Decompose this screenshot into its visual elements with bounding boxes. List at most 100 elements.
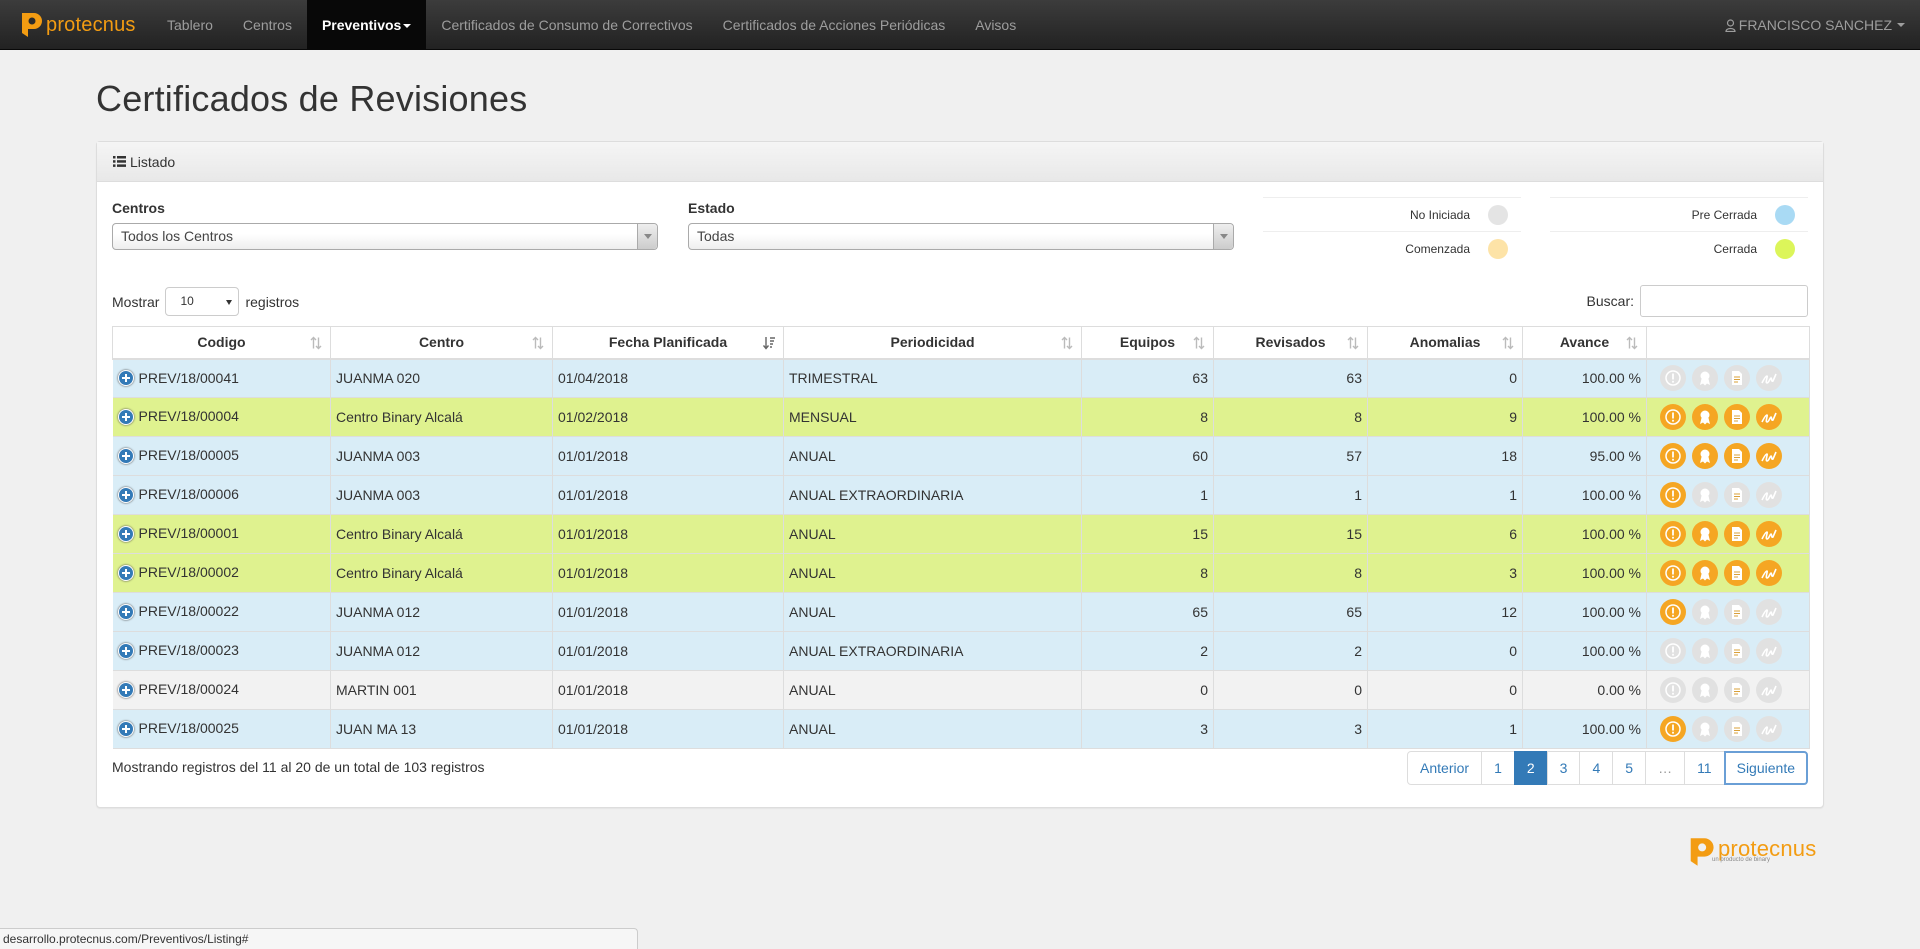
listing-panel: Listado Centros Todos los Centros Estado… [96, 141, 1824, 808]
anomalias-button[interactable] [1660, 716, 1686, 742]
expand-row-icon[interactable] [117, 408, 134, 425]
fecha-value: 01/01/2018 [558, 604, 629, 620]
anomalias-button[interactable] [1660, 482, 1686, 508]
column-header[interactable]: Avance [1522, 326, 1647, 360]
certificado-button[interactable] [1692, 443, 1718, 469]
expand-row-icon[interactable] [117, 642, 134, 659]
documento-button[interactable] [1724, 482, 1750, 508]
documento-button[interactable] [1724, 716, 1750, 742]
expand-row-icon[interactable] [117, 681, 134, 698]
nav-item-acciones-periodicas[interactable]: Certificados de Acciones Periódicas [708, 0, 961, 50]
cell-revisados: 0 [1213, 670, 1368, 710]
fecha-value: 01/02/2018 [558, 409, 629, 425]
certificado-button[interactable] [1692, 716, 1718, 742]
expand-row-icon[interactable] [117, 369, 134, 386]
column-header[interactable]: Periodicidad [783, 326, 1082, 360]
certificado-button[interactable] [1692, 365, 1718, 392]
documento-button[interactable] [1724, 521, 1750, 547]
pagination-page[interactable]: 4 [1579, 751, 1614, 785]
certificado-button[interactable] [1692, 560, 1718, 586]
anomalias-value: 18 [1501, 448, 1517, 464]
pagination-page[interactable]: 2 [1513, 751, 1548, 785]
table-search: Buscar: [1587, 285, 1808, 317]
firma-button[interactable] [1756, 404, 1782, 430]
documento-button[interactable] [1724, 365, 1750, 392]
column-header[interactable]: Anomalias [1367, 326, 1523, 360]
nav-item-tablero[interactable]: Tablero [152, 0, 228, 50]
firma-button[interactable] [1756, 521, 1782, 547]
nav-item-avisos[interactable]: Avisos [960, 0, 1031, 50]
certificado-button[interactable] [1692, 638, 1718, 664]
firma-button[interactable] [1756, 365, 1782, 392]
nav-item-centros[interactable]: Centros [228, 0, 307, 50]
signature-icon [1761, 685, 1777, 696]
search-input[interactable] [1640, 285, 1808, 317]
estado-select[interactable]: Todas [688, 223, 1234, 250]
anomalias-button[interactable] [1660, 638, 1686, 664]
codigo-value: PREV/18/00001 [138, 525, 239, 542]
expand-row-icon[interactable] [117, 447, 134, 464]
anomalias-button[interactable] [1660, 599, 1686, 625]
documento-button[interactable] [1724, 404, 1750, 430]
anomalias-button[interactable] [1660, 404, 1686, 430]
cell-equipos: 8 [1081, 397, 1214, 437]
expand-row-icon[interactable] [117, 564, 134, 581]
firma-button[interactable] [1756, 482, 1782, 508]
document-icon [1732, 566, 1742, 580]
codigo-value: PREV/18/00004 [138, 408, 239, 425]
anomalias-value: 1 [1509, 721, 1517, 737]
expand-row-icon[interactable] [117, 486, 134, 503]
alert-icon [1665, 409, 1681, 425]
expand-row-icon[interactable] [117, 603, 134, 620]
anomalias-button[interactable] [1660, 365, 1686, 392]
certificado-button[interactable] [1692, 482, 1718, 508]
centros-select[interactable]: Todos los Centros [112, 223, 658, 250]
cell-anomalias: 6 [1367, 514, 1523, 554]
column-header[interactable]: Fecha Planificada [552, 326, 784, 360]
certificado-button[interactable] [1692, 599, 1718, 625]
certificado-button[interactable] [1692, 404, 1718, 430]
documento-button[interactable] [1724, 599, 1750, 625]
page-length-select[interactable]: 10 [165, 287, 240, 316]
pagination-page[interactable]: 1 [1481, 751, 1515, 785]
certificado-button[interactable] [1692, 677, 1718, 703]
user-menu[interactable]: FRANCISCO SANCHEZ [1725, 0, 1905, 50]
expand-row-icon[interactable] [117, 720, 134, 737]
certificado-button[interactable] [1692, 521, 1718, 547]
firma-button[interactable] [1756, 599, 1782, 625]
table-body: PREV/18/00041 JUANMA 020 01/04/2018 TRIMEST… [112, 358, 1810, 749]
cell-avance: 100.00 % [1522, 475, 1647, 515]
nav-item-preventivos[interactable]: Preventivos [306, 0, 427, 50]
column-header[interactable]: Revisados [1213, 326, 1368, 360]
brand-logo[interactable]: protecnus [20, 9, 136, 41]
firma-button[interactable] [1756, 443, 1782, 469]
documento-button[interactable] [1724, 677, 1750, 703]
equipos-value: 8 [1200, 565, 1208, 581]
firma-button[interactable] [1756, 677, 1782, 703]
pagination-page[interactable]: 5 [1612, 751, 1647, 785]
pagination-previous[interactable]: Anterior [1407, 751, 1483, 785]
anomalias-button[interactable] [1660, 521, 1686, 547]
firma-button[interactable] [1756, 560, 1782, 586]
firma-button[interactable] [1756, 638, 1782, 664]
documento-button[interactable] [1724, 443, 1750, 469]
anomalias-button[interactable] [1660, 677, 1686, 703]
document-icon [1732, 410, 1742, 424]
column-header[interactable]: Centro [330, 326, 553, 360]
document-icon [1732, 488, 1742, 502]
nav-item-label: Preventivos [321, 17, 402, 33]
pagination-next[interactable]: Siguiente [1723, 751, 1808, 785]
column-header[interactable]: Equipos [1081, 326, 1214, 360]
codigo-value: PREV/18/00023 [138, 642, 239, 659]
pagination-page[interactable]: 11 [1684, 751, 1725, 785]
anomalias-button[interactable] [1660, 443, 1686, 469]
documento-button[interactable] [1724, 560, 1750, 586]
expand-row-icon[interactable] [117, 525, 134, 542]
column-header[interactable]: Codigo [112, 326, 331, 360]
anomalias-button[interactable] [1660, 560, 1686, 586]
cell-revisados: 63 [1213, 358, 1368, 398]
documento-button[interactable] [1724, 638, 1750, 664]
nav-item-consumo-correctivos[interactable]: Certificados de Consumo de Correctivos [426, 0, 707, 50]
pagination-page[interactable]: 3 [1546, 751, 1581, 785]
firma-button[interactable] [1756, 716, 1782, 742]
